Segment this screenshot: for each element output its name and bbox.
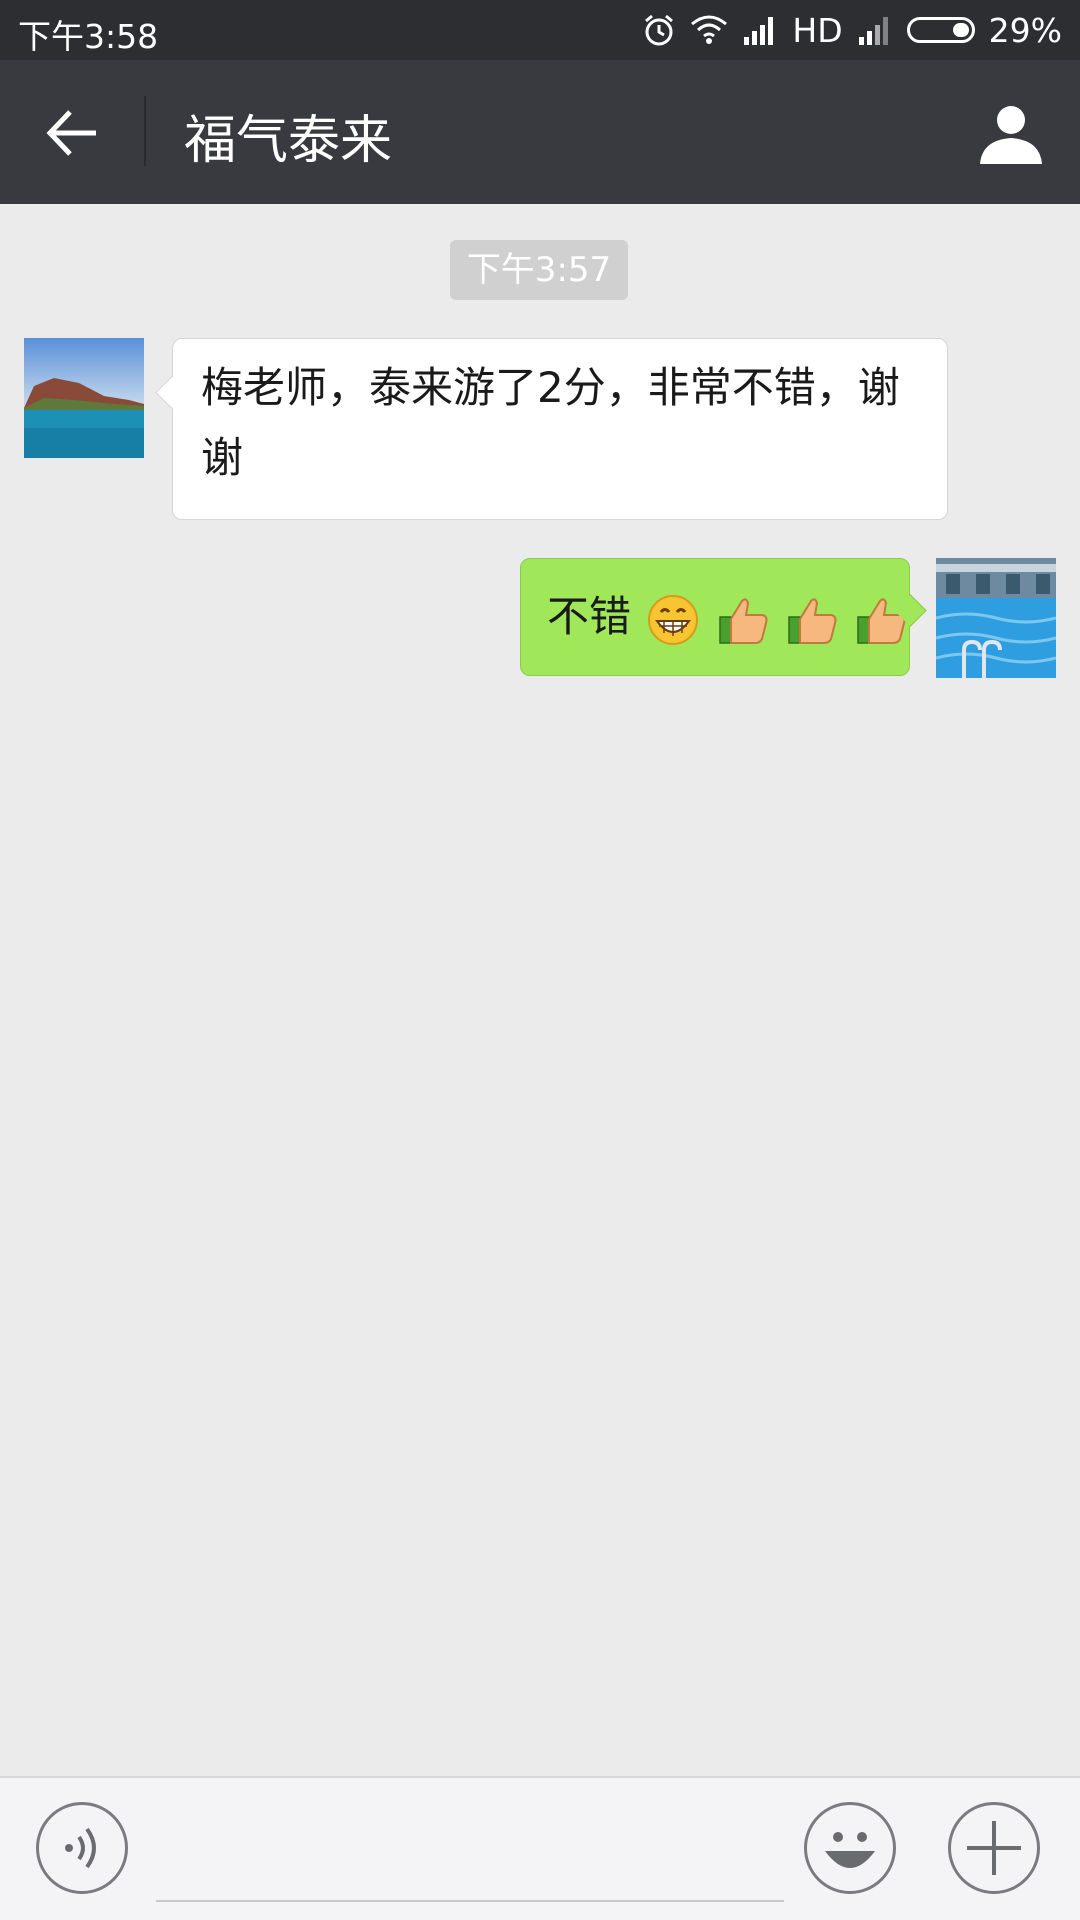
- plus-icon: [967, 1821, 1021, 1875]
- status-bar: 下午3:58 HD 29%: [0, 0, 1080, 60]
- chat-header: 福气泰来: [0, 60, 1080, 204]
- my-avatar[interactable]: [936, 558, 1056, 678]
- message-timestamp: 下午3:57: [450, 240, 628, 300]
- voice-button[interactable]: [36, 1802, 128, 1894]
- header-divider: [144, 96, 146, 166]
- thumbs-up-icon: [857, 597, 906, 644]
- wifi-icon: [691, 15, 728, 44]
- thumbs-up-icon: [788, 597, 837, 644]
- input-bar: [0, 1776, 1080, 1920]
- battery-percent: 29%: [988, 10, 1062, 50]
- incoming-message[interactable]: 梅老师，泰来游了2分，非常不错，谢谢: [172, 338, 948, 520]
- alarm-icon: [645, 14, 674, 46]
- avatar-pool-image: [936, 558, 1056, 678]
- voice-icon: [65, 1827, 96, 1869]
- message-input[interactable]: [156, 1818, 784, 1902]
- emoji-button[interactable]: [804, 1802, 896, 1894]
- thumbs-up-icon: [718, 597, 768, 644]
- page-title: 福气泰来: [184, 111, 393, 171]
- grin-emoji-icon: [648, 594, 699, 645]
- status-icons: HD 29%: [628, 8, 1062, 52]
- more-button[interactable]: [948, 1802, 1040, 1894]
- status-time: 下午3:58: [18, 17, 159, 56]
- back-arrow-icon[interactable]: [38, 98, 108, 168]
- avatar-landscape-image: [24, 338, 144, 458]
- contact-avatar[interactable]: [24, 338, 144, 458]
- smiley-icon: [825, 1832, 875, 1868]
- outgoing-message-text: 不错: [547, 592, 632, 641]
- outgoing-message[interactable]: 不错: [520, 558, 910, 676]
- profile-icon[interactable]: [976, 98, 1046, 168]
- battery-fill: [952, 23, 969, 37]
- network-label: HD: [792, 10, 843, 50]
- signal-icon: [744, 17, 774, 45]
- signal-icon: [858, 17, 888, 45]
- battery-icon: [906, 17, 975, 43]
